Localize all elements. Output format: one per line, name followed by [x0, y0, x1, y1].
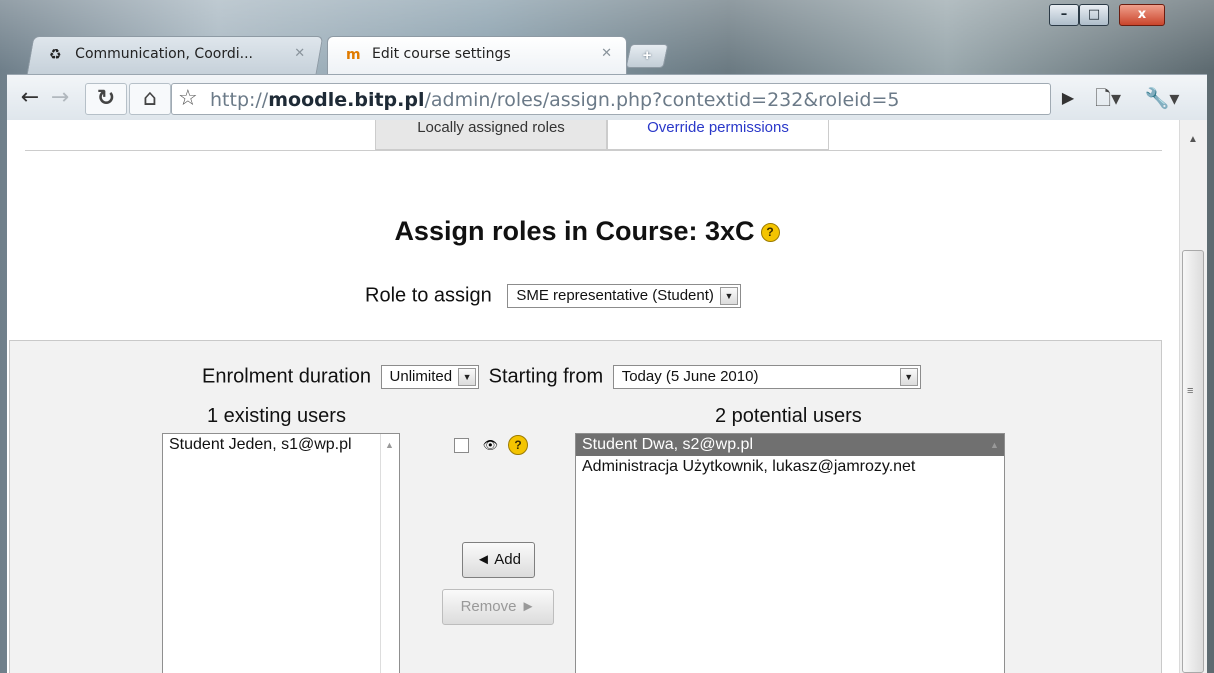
starting-from-label: Starting from: [488, 365, 604, 388]
chevron-down-icon: ▼: [719, 287, 738, 305]
wrench-menu-icon[interactable]: 🔧▾: [1137, 83, 1187, 113]
scrollbar[interactable]: ▲: [380, 434, 399, 673]
existing-users-list[interactable]: Student Jeden, s1@wp.pl ▲: [162, 433, 400, 673]
maximize-button[interactable]: □: [1079, 4, 1109, 26]
browser-toolbar: ← → ↻ ⌂ ☆ http://moodle.bitp.pl/admin/ro…: [7, 74, 1207, 120]
scroll-thumb[interactable]: [1182, 250, 1204, 673]
back-arrow-icon[interactable]: ←: [17, 83, 43, 113]
enrolment-duration-select[interactable]: Unlimited ▼: [380, 365, 480, 389]
scrollbar[interactable]: ▲: [986, 434, 1004, 673]
minimize-button[interactable]: –: [1049, 4, 1079, 26]
role-label: Role to assign: [365, 284, 492, 307]
browser-tab-edit-course[interactable]: m Edit course settings ✕: [327, 36, 627, 74]
potential-users-heading: 2 potential users: [715, 405, 862, 427]
forward-arrow-icon[interactable]: →: [47, 83, 73, 113]
scroll-up-icon: ▲: [385, 440, 394, 450]
enrolment-row: Enrolment duration Unlimited ▼ Starting …: [202, 365, 925, 389]
url-text: http://moodle.bitp.pl/admin/roles/assign…: [210, 89, 900, 111]
close-tab-icon[interactable]: ✕: [601, 46, 612, 61]
bookmark-star-icon[interactable]: ☆: [178, 86, 198, 111]
scroll-up-icon[interactable]: ▲: [1188, 134, 1198, 145]
starting-from-select[interactable]: Today (5 June 2010) ▼: [612, 365, 921, 389]
add-button[interactable]: ◄ Add: [462, 542, 535, 578]
eye-icon: 👁: [482, 438, 499, 452]
help-icon[interactable]: ?: [760, 223, 780, 243]
option-checkbox[interactable]: [454, 437, 469, 453]
role-tabs: Locally assigned roles Override permissi…: [7, 120, 1162, 152]
page-title: Assign roles in Course: 3xC?: [7, 216, 1167, 247]
assign-panel: Enrolment duration Unlimited ▼ Starting …: [9, 340, 1162, 673]
recycle-icon: ♻: [49, 47, 62, 63]
existing-users-heading: 1 existing users: [207, 405, 346, 427]
reload-icon[interactable]: ↻: [85, 83, 127, 115]
scroll-up-icon: ▲: [990, 440, 999, 450]
chevron-down-icon: ▼: [899, 368, 918, 386]
enrolment-duration-label: Enrolment duration: [202, 365, 371, 388]
role-select[interactable]: SME representative (Student) ▼: [507, 284, 741, 308]
tab-title: Edit course settings: [372, 46, 511, 62]
close-window-button[interactable]: x: [1119, 4, 1165, 26]
chevron-down-icon: ▼: [458, 368, 477, 386]
tab-locally-assigned-roles[interactable]: Locally assigned roles: [375, 120, 607, 150]
tab-override-permissions[interactable]: Override permissions: [607, 120, 829, 150]
search-options: 👁 ?: [454, 435, 529, 455]
browser-tab-communication[interactable]: ♻ Communication, Coordi... ✕: [26, 36, 324, 74]
list-item[interactable]: Administracja Użytkownik, lukasz@jamrozy…: [576, 456, 1004, 478]
help-icon[interactable]: ?: [508, 435, 529, 455]
list-item[interactable]: Student Jeden, s1@wp.pl: [163, 434, 399, 456]
grip-icon: ≡: [1187, 385, 1194, 397]
go-arrow-icon[interactable]: ▶: [1053, 83, 1083, 113]
role-to-assign-row: Role to assign SME representative (Stude…: [365, 284, 741, 308]
potential-users-list[interactable]: Student Dwa, s2@wp.pl Administracja Użyt…: [575, 433, 1005, 673]
page-scrollbar[interactable]: ▲ ≡: [1179, 120, 1207, 673]
list-item-selected[interactable]: Student Dwa, s2@wp.pl: [576, 434, 1004, 456]
page-viewport: Locally assigned roles Override permissi…: [7, 120, 1207, 673]
page-menu-icon[interactable]: 🗋▾: [1087, 83, 1129, 113]
remove-button[interactable]: Remove ►: [442, 589, 554, 625]
address-bar[interactable]: ☆ http://moodle.bitp.pl/admin/roles/assi…: [171, 83, 1051, 115]
tab-title: Communication, Coordi...: [75, 46, 253, 62]
home-icon[interactable]: ⌂: [129, 83, 171, 115]
moodle-icon: m: [346, 47, 361, 63]
close-tab-icon[interactable]: ✕: [294, 46, 305, 61]
new-tab-button[interactable]: +: [625, 44, 669, 68]
